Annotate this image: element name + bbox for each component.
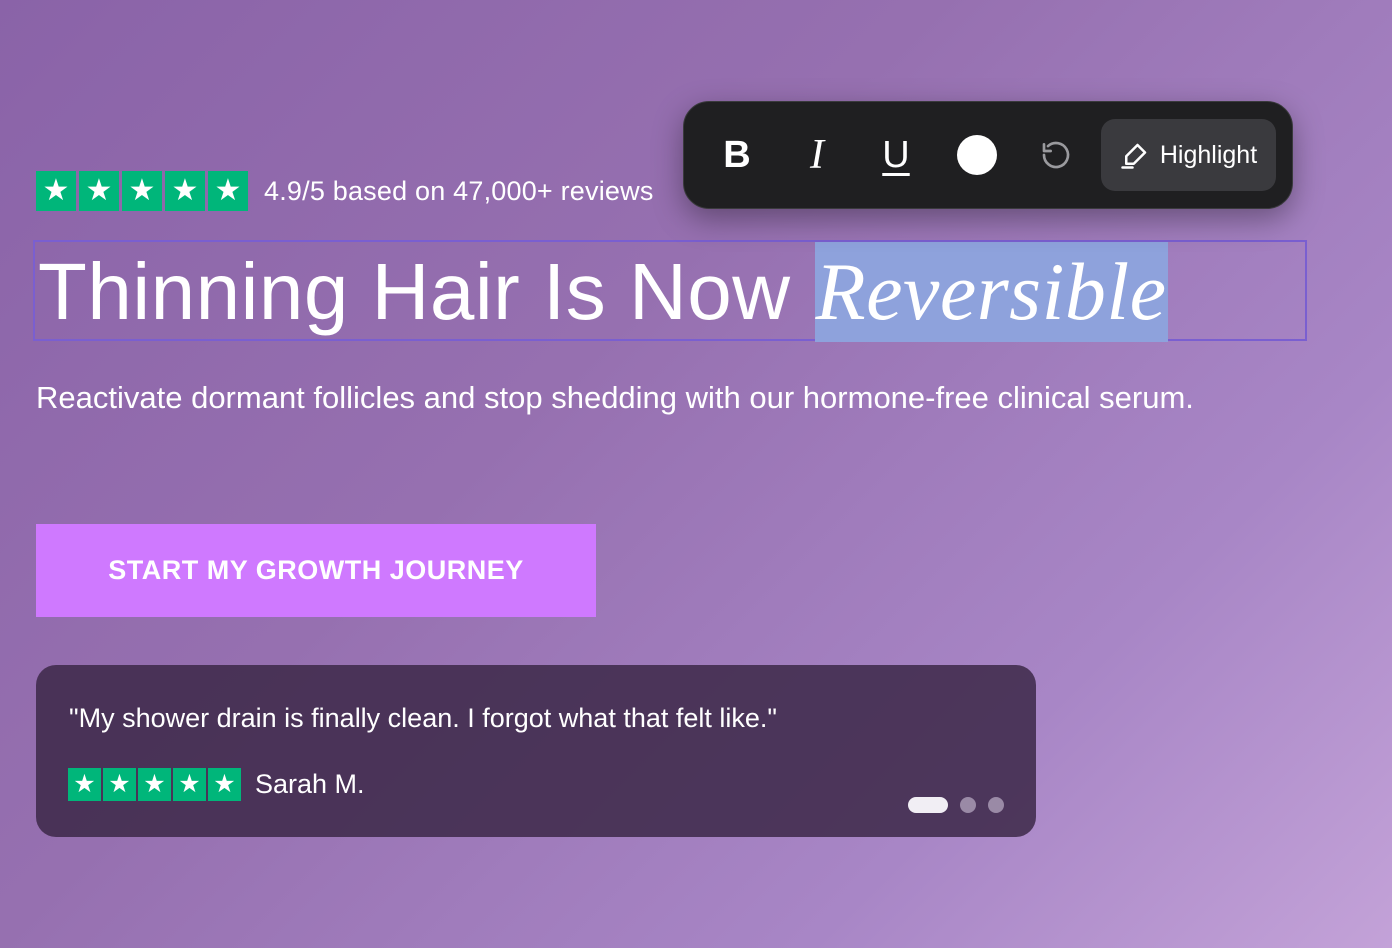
reset-button[interactable] [1028, 127, 1084, 183]
star-icon: ★ [122, 171, 162, 211]
star-icon: ★ [173, 768, 206, 801]
star-icon: ★ [165, 171, 205, 211]
star-icon: ★ [208, 768, 241, 801]
start-journey-button[interactable]: START MY GROWTH JOURNEY [36, 524, 596, 617]
highlighter-icon [1121, 143, 1147, 169]
highlight-button[interactable]: Highlight [1101, 119, 1276, 191]
star-icon: ★ [79, 171, 119, 211]
italic-button[interactable]: I [789, 127, 845, 183]
review-card: "My shower drain is finally clean. I for… [36, 665, 1036, 837]
review-stars: ★ ★ ★ ★ ★ [68, 768, 241, 801]
star-icon: ★ [36, 171, 76, 211]
star-icon: ★ [103, 768, 136, 801]
carousel-dots [908, 797, 1004, 813]
color-swatch [957, 135, 997, 175]
text-format-toolbar: B I U Highlight [683, 101, 1293, 209]
bold-button[interactable]: B [709, 127, 765, 183]
carousel-dot[interactable] [960, 797, 976, 813]
undo-icon [1042, 141, 1070, 169]
review-quote: "My shower drain is finally clean. I for… [69, 703, 777, 733]
star-icon: ★ [138, 768, 171, 801]
headline-emphasis-selected[interactable]: Reversible [814, 242, 1168, 342]
underline-button[interactable]: U [868, 127, 924, 183]
star-icon: ★ [208, 171, 248, 211]
highlight-label: Highlight [1159, 140, 1258, 169]
page-title[interactable]: Thinning Hair Is Now Reversible [38, 242, 1168, 342]
carousel-dot-active[interactable] [908, 797, 948, 813]
rating-stars: ★ ★ ★ ★ ★ [36, 171, 248, 211]
subtitle: Reactivate dormant follicles and stop sh… [36, 380, 1194, 415]
star-icon: ★ [68, 768, 101, 801]
review-author: Sarah M. [255, 769, 365, 799]
text-color-button[interactable] [949, 127, 1005, 183]
rating-text: 4.9/5 based on 47,000+ reviews [264, 175, 654, 206]
headline-main[interactable]: Thinning Hair Is Now [38, 246, 791, 338]
rating-row: ★ ★ ★ ★ ★ 4.9/5 based on 47,000+ reviews [36, 171, 654, 211]
carousel-dot[interactable] [988, 797, 1004, 813]
